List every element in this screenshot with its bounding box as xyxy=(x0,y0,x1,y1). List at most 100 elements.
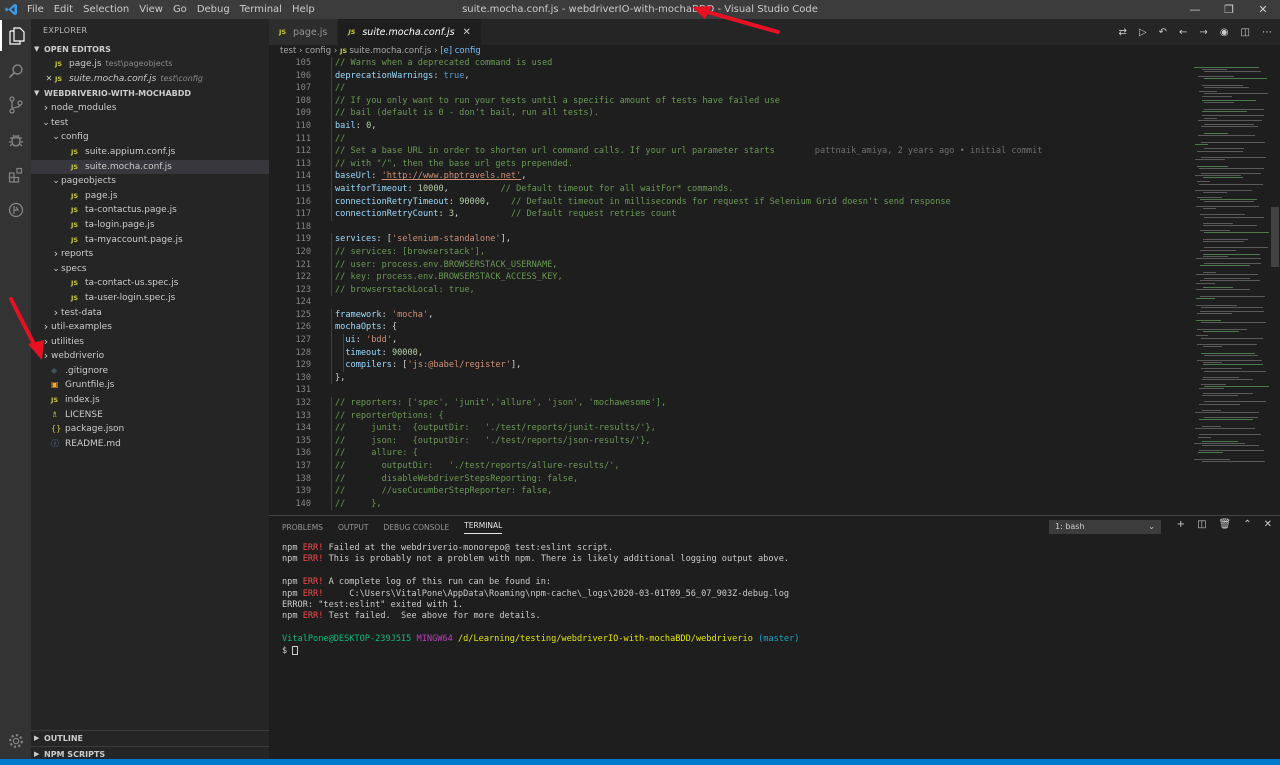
file-item[interactable]: JS ta-myaccount.page.js xyxy=(31,233,269,248)
file-item[interactable]: {} package.json xyxy=(31,422,269,437)
line-content: // bail (default is 0 - don't bail, run … xyxy=(311,107,599,120)
code-token: deprecationWarnings xyxy=(335,70,434,81)
folder-item[interactable]: ⌄ pageobjects xyxy=(31,174,269,189)
terminal-select[interactable]: 1: bash ⌄ xyxy=(1049,520,1161,534)
maximize-icon[interactable]: ❐ xyxy=(1212,0,1246,19)
panel-tab-problems[interactable]: PROBLEMS xyxy=(282,523,323,532)
breadcrumb-item[interactable]: suite.mocha.conf.js xyxy=(349,46,431,56)
run-icon[interactable]: ▷ xyxy=(1139,27,1147,38)
line-content xyxy=(311,384,335,397)
open-editor-item[interactable]: ✕ JS suite.mocha.conf.js test\config xyxy=(31,72,269,87)
timeline-icon[interactable] xyxy=(0,194,31,225)
minimap-line xyxy=(1202,192,1228,194)
terminal-output[interactable]: npm ERR! Failed at the webdriverio-monor… xyxy=(282,543,799,657)
line-number: 113 xyxy=(295,158,311,169)
folder-item[interactable]: › test-data xyxy=(31,306,269,321)
project-header[interactable]: ▼ WEBDRIVERIO-WITH-MOCHABDD xyxy=(31,86,269,101)
breadcrumb-item[interactable]: [e] config xyxy=(440,46,481,56)
minimap-line xyxy=(1201,368,1243,370)
minimap-line xyxy=(1201,111,1248,112)
minimap-line xyxy=(1201,141,1265,143)
file-item[interactable]: ♗ LICENSE xyxy=(31,408,269,423)
source-control-icon[interactable] xyxy=(0,89,31,120)
folder-item[interactable]: › utilities xyxy=(31,335,269,350)
search-icon[interactable] xyxy=(0,55,31,86)
split-terminal-icon[interactable]: ◫ xyxy=(1197,519,1206,530)
folder-item[interactable]: ⌄ config xyxy=(31,130,269,145)
close-window-icon[interactable]: ✕ xyxy=(1246,0,1280,19)
chevron-down-icon: ⌄ xyxy=(52,132,60,143)
file-item[interactable]: JS page.js xyxy=(31,189,269,204)
extensions-icon[interactable] xyxy=(0,159,31,190)
tree-item-label: ta-user-login.spec.js xyxy=(85,292,176,303)
minimap-line xyxy=(1200,280,1260,282)
panel-tab-output[interactable]: OUTPUT xyxy=(338,523,369,532)
js-file-icon: JS xyxy=(71,279,79,288)
minimap-line xyxy=(1202,410,1222,412)
scrollbar-thumb[interactable] xyxy=(1271,207,1279,267)
git-lens-icon[interactable]: ◉ xyxy=(1220,27,1229,38)
editor-scrollbar[interactable] xyxy=(1270,57,1280,515)
tree-item-label: page.js xyxy=(85,190,118,201)
kill-terminal-icon[interactable]: 🗑 xyxy=(1219,519,1232,530)
new-terminal-icon[interactable]: + xyxy=(1177,519,1185,530)
code-token: connectionRetryTimeout xyxy=(335,196,449,207)
line-content: connectionRetryCount: 3, // Default requ… xyxy=(311,208,677,221)
code-view[interactable]: 105 // Warns when a deprecated command is… xyxy=(269,57,1189,515)
file-item[interactable]: ▣ Gruntfile.js xyxy=(31,378,269,393)
close-icon[interactable]: ✕ xyxy=(43,72,55,87)
compare-icon[interactable]: ⇄ xyxy=(1119,27,1127,38)
split-editor-icon[interactable]: ◫ xyxy=(1241,27,1250,38)
tab-page-js[interactable]: JS page.js xyxy=(269,19,339,45)
minimap[interactable] xyxy=(1194,57,1274,515)
open-editors-header[interactable]: ▼ OPEN EDITORS xyxy=(31,42,269,57)
folder-item[interactable]: › util-examples xyxy=(31,320,269,335)
outline-header[interactable]: ▶ OUTLINE xyxy=(31,731,269,746)
minimap-line xyxy=(1203,392,1254,394)
next-change-icon[interactable]: → xyxy=(1199,27,1207,38)
code-line: 125 framework: 'mocha', xyxy=(269,308,1189,322)
folder-item[interactable]: › webdriverio xyxy=(31,349,269,364)
more-actions-icon[interactable]: ⋯ xyxy=(1262,27,1272,38)
code-line: 107 // xyxy=(269,82,1189,95)
file-item[interactable]: JS suite.mocha.conf.js xyxy=(31,159,269,175)
settings-gear-icon[interactable] xyxy=(0,725,31,756)
maximize-panel-icon[interactable]: ⌃ xyxy=(1243,519,1251,530)
tree-item-label: utilities xyxy=(51,336,84,347)
minimap-line xyxy=(1195,205,1260,207)
line-content: mochaOpts: { xyxy=(311,321,397,335)
minimap-line xyxy=(1196,289,1250,291)
chevron-right-icon: › xyxy=(43,334,49,348)
folder-item[interactable]: › node_modules xyxy=(31,101,269,116)
folder-item[interactable]: › reports xyxy=(31,247,269,262)
folder-item[interactable]: ⌄ test xyxy=(31,116,269,131)
explorer-icon[interactable] xyxy=(0,20,31,51)
code-token: framework xyxy=(335,309,382,320)
file-item[interactable]: JS index.js xyxy=(31,393,269,408)
line-number: 108 xyxy=(295,95,311,106)
file-item[interactable]: JS ta-contact-us.spec.js xyxy=(31,276,269,291)
panel-tab-debug-console[interactable]: DEBUG CONSOLE xyxy=(384,523,450,532)
file-item[interactable]: JS ta-login.page.js xyxy=(31,218,269,233)
file-item[interactable]: JS suite.appium.conf.js xyxy=(31,145,269,160)
go-back-icon[interactable]: ↶ xyxy=(1159,27,1167,38)
breadcrumb-item[interactable]: config xyxy=(305,46,331,56)
minimize-icon[interactable]: — xyxy=(1178,0,1212,19)
file-item[interactable]: ◆ .gitignore xyxy=(31,364,269,379)
file-item[interactable]: JS ta-user-login.spec.js xyxy=(31,291,269,306)
debug-icon[interactable] xyxy=(0,124,31,155)
file-item[interactable]: ⓘ README.md xyxy=(31,437,269,452)
folder-item[interactable]: ⌄ specs xyxy=(31,262,269,277)
file-item[interactable]: JS ta-contactus.page.js xyxy=(31,203,269,218)
open-editor-item[interactable]: JS page.js test\pageobjects xyxy=(31,57,269,72)
previous-change-icon[interactable]: ← xyxy=(1179,27,1187,38)
close-tab-icon[interactable]: ✕ xyxy=(463,27,471,38)
minimap-line xyxy=(1197,196,1222,198)
breadcrumb-item[interactable]: test xyxy=(280,46,296,56)
minimap-line xyxy=(1203,102,1235,104)
close-panel-icon[interactable]: ✕ xyxy=(1264,519,1272,530)
panel-tab-terminal[interactable]: TERMINAL xyxy=(464,521,503,534)
minimap-line xyxy=(1203,117,1217,119)
tab-suite-mocha-conf-js[interactable]: JS suite.mocha.conf.js ✕ xyxy=(338,19,482,45)
tree-item-label: config xyxy=(61,132,89,143)
